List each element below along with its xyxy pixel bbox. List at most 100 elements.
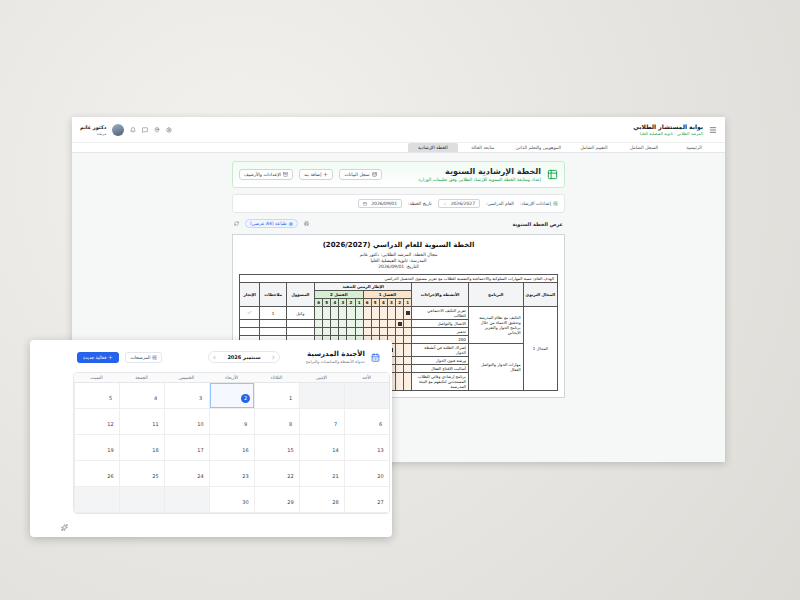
- week-cell[interactable]: [404, 307, 412, 320]
- day-cell[interactable]: 13: [344, 435, 389, 461]
- year-field[interactable]: 2026/2027: [438, 199, 480, 208]
- week-cell[interactable]: [404, 336, 412, 344]
- week-cell[interactable]: [379, 328, 387, 336]
- day-cell[interactable]: 23: [209, 461, 254, 487]
- sparkles-icon[interactable]: [61, 524, 68, 531]
- week-cell[interactable]: [404, 320, 412, 328]
- week-cell[interactable]: [404, 344, 412, 357]
- nav-tab[interactable]: الموهوبين والتعلم الذاتي: [508, 143, 569, 152]
- action-button[interactable]: الإعدادات والأرشيف: [239, 169, 293, 180]
- day-cell[interactable]: 14: [299, 435, 344, 461]
- week-cell[interactable]: [363, 328, 371, 336]
- action-button[interactable]: سجل البيانات: [339, 169, 381, 180]
- week-cell[interactable]: [355, 307, 363, 320]
- week-cell[interactable]: [315, 307, 323, 320]
- user-avatar[interactable]: [112, 124, 124, 136]
- day-cell[interactable]: 26: [74, 461, 119, 487]
- day-cell[interactable]: 29: [254, 487, 299, 513]
- settings-icon[interactable]: [166, 127, 172, 133]
- week-cell[interactable]: [404, 373, 412, 391]
- week-cell[interactable]: [331, 320, 339, 328]
- day-cell[interactable]: 17: [164, 435, 209, 461]
- day-cell[interactable]: 2: [209, 383, 254, 409]
- day-cell[interactable]: 8: [254, 409, 299, 435]
- week-cell[interactable]: [347, 307, 355, 320]
- week-cell[interactable]: [323, 328, 331, 336]
- day-cell[interactable]: 10: [164, 409, 209, 435]
- week-cell[interactable]: [339, 307, 347, 320]
- week-cell[interactable]: [379, 320, 387, 328]
- nav-tab[interactable]: التقييم الشامل: [569, 143, 619, 152]
- day-cell[interactable]: 30: [209, 487, 254, 513]
- week-cell[interactable]: [371, 320, 379, 328]
- day-cell[interactable]: 3: [164, 383, 209, 409]
- day-cell[interactable]: 20: [344, 461, 389, 487]
- week-cell[interactable]: [404, 365, 412, 373]
- week-cell[interactable]: [323, 307, 331, 320]
- week-cell[interactable]: [396, 357, 404, 365]
- refresh-icon[interactable]: [234, 221, 239, 226]
- print-button[interactable]: طباعة (A4 عرضي): [245, 219, 298, 228]
- week-cell[interactable]: [404, 328, 412, 336]
- day-cell[interactable]: 27: [344, 487, 389, 513]
- week-cell[interactable]: [331, 328, 339, 336]
- week-cell[interactable]: [387, 307, 395, 320]
- day-cell[interactable]: 9: [209, 409, 254, 435]
- previous-icon[interactable]: [271, 355, 276, 360]
- bell-icon[interactable]: [130, 127, 136, 133]
- week-cell[interactable]: [347, 320, 355, 328]
- week-cell[interactable]: [363, 307, 371, 320]
- week-cell[interactable]: [371, 307, 379, 320]
- week-cell[interactable]: [347, 328, 355, 336]
- day-cell[interactable]: 1: [254, 383, 299, 409]
- filter-button[interactable]: المرشحات: [125, 352, 162, 363]
- day-cell[interactable]: 4: [119, 383, 164, 409]
- week-cell[interactable]: [396, 307, 404, 320]
- day-cell[interactable]: 7: [299, 409, 344, 435]
- nav-tab[interactable]: الرئيسية: [669, 143, 719, 152]
- day-cell[interactable]: 28: [299, 487, 344, 513]
- week-cell[interactable]: [315, 320, 323, 328]
- day-cell[interactable]: 21: [299, 461, 344, 487]
- nav-tab[interactable]: متابعة الحالة: [458, 143, 508, 152]
- day-cell[interactable]: 11: [119, 409, 164, 435]
- day-cell[interactable]: 6: [344, 409, 389, 435]
- week-cell[interactable]: [331, 307, 339, 320]
- day-cell[interactable]: 16: [209, 435, 254, 461]
- week-cell[interactable]: [379, 307, 387, 320]
- message-icon[interactable]: [142, 127, 148, 133]
- day-cell[interactable]: 18: [119, 435, 164, 461]
- week-cell[interactable]: [387, 328, 395, 336]
- week-cell[interactable]: [396, 344, 404, 357]
- action-button[interactable]: إضافة بند: [299, 169, 333, 180]
- day-cell[interactable]: 22: [254, 461, 299, 487]
- menu-icon[interactable]: [709, 126, 717, 134]
- printer-icon[interactable]: [304, 221, 309, 226]
- week-cell[interactable]: [339, 328, 347, 336]
- week-cell[interactable]: [404, 357, 412, 365]
- day-cell[interactable]: 25: [119, 461, 164, 487]
- week-cell[interactable]: [396, 336, 404, 344]
- week-cell[interactable]: [396, 320, 404, 328]
- week-cell[interactable]: [396, 365, 404, 373]
- week-cell[interactable]: [323, 320, 331, 328]
- week-cell[interactable]: [396, 373, 404, 391]
- week-cell[interactable]: [387, 320, 395, 328]
- week-cell[interactable]: [371, 328, 379, 336]
- date-field[interactable]: 2026/09/01: [358, 199, 402, 208]
- day-cell[interactable]: 5: [74, 383, 119, 409]
- week-cell[interactable]: [355, 320, 363, 328]
- week-cell[interactable]: [339, 320, 347, 328]
- week-cell[interactable]: [396, 328, 404, 336]
- nav-tab[interactable]: الخطة الإرشادية: [408, 143, 458, 152]
- week-cell[interactable]: [315, 328, 323, 336]
- day-cell[interactable]: 12: [74, 409, 119, 435]
- day-cell[interactable]: 19: [74, 435, 119, 461]
- week-cell[interactable]: [355, 328, 363, 336]
- pin-icon[interactable]: [154, 127, 160, 133]
- nav-tab[interactable]: السجل الشامل: [619, 143, 669, 152]
- next-icon[interactable]: [212, 355, 217, 360]
- day-cell[interactable]: 24: [164, 461, 209, 487]
- new-event-button[interactable]: فعالية جديدة: [77, 352, 119, 363]
- week-cell[interactable]: [363, 320, 371, 328]
